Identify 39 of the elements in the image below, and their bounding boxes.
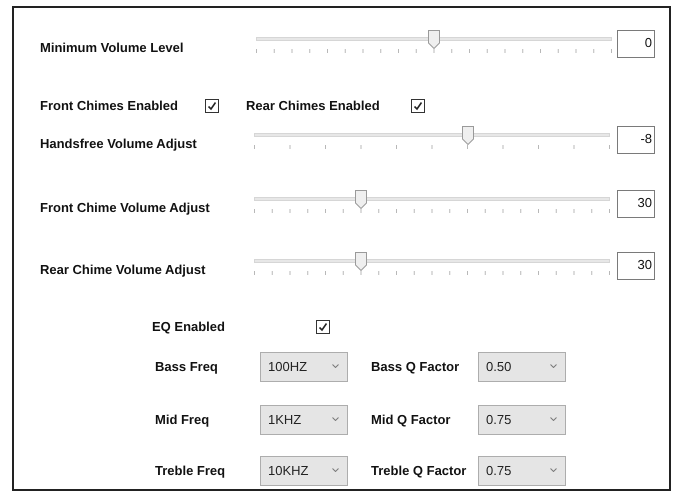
chevron-down-icon: [550, 364, 557, 368]
dropdown[interactable]: 1KHZ: [260, 405, 348, 435]
setting-label: Bass Freq: [155, 358, 219, 376]
setting-label: Mid Q Factor: [371, 411, 452, 430]
value-field[interactable]: 30: [617, 190, 655, 218]
setting-label: Mid Freq: [155, 411, 210, 430]
dropdown[interactable]: 0.75: [478, 456, 566, 486]
checkbox[interactable]: [411, 99, 425, 113]
value-field[interactable]: 0: [617, 30, 655, 58]
setting-label: Treble Freq: [155, 462, 226, 480]
dropdown[interactable]: 10KHZ: [260, 456, 348, 486]
checkbox[interactable]: [205, 99, 219, 113]
checkmark-icon: [207, 101, 217, 111]
value-field[interactable]: -8: [617, 126, 655, 154]
slider-thumb[interactable]: [462, 126, 474, 145]
chevron-down-icon: [332, 417, 339, 421]
checkbox-label: Rear Chimes Enabled: [246, 97, 381, 116]
chevron-down-icon: [550, 468, 557, 472]
dropdown[interactable]: 100HZ: [260, 352, 348, 382]
dropdown[interactable]: 0.75: [478, 405, 566, 435]
checkmark-icon: [413, 101, 423, 111]
checkbox-label: EQ Enabled: [152, 318, 226, 336]
setting-label: Treble Q Factor: [371, 462, 468, 480]
dropdown[interactable]: 0.50: [478, 352, 566, 382]
slider-thumb[interactable]: [428, 30, 440, 49]
slider-label: Handsfree Volume Adjust: [40, 135, 198, 153]
setting-label: Bass Q Factor: [371, 358, 460, 376]
slider-label: Minimum Volume Level: [40, 39, 185, 57]
chevron-down-icon: [332, 468, 339, 472]
slider-thumb[interactable]: [354, 190, 367, 209]
slider-label: Front Chime Volume Adjust: [40, 199, 211, 217]
slider-label: Rear Chime Volume Adjust: [40, 261, 206, 279]
value-field[interactable]: 30: [617, 252, 655, 280]
slider-thumb[interactable]: [354, 252, 367, 271]
chevron-down-icon: [332, 364, 339, 368]
checkbox[interactable]: [316, 320, 330, 334]
chevron-down-icon: [550, 417, 557, 421]
checkbox-label: Front Chimes Enabled: [40, 97, 179, 116]
checkmark-icon: [318, 322, 328, 332]
